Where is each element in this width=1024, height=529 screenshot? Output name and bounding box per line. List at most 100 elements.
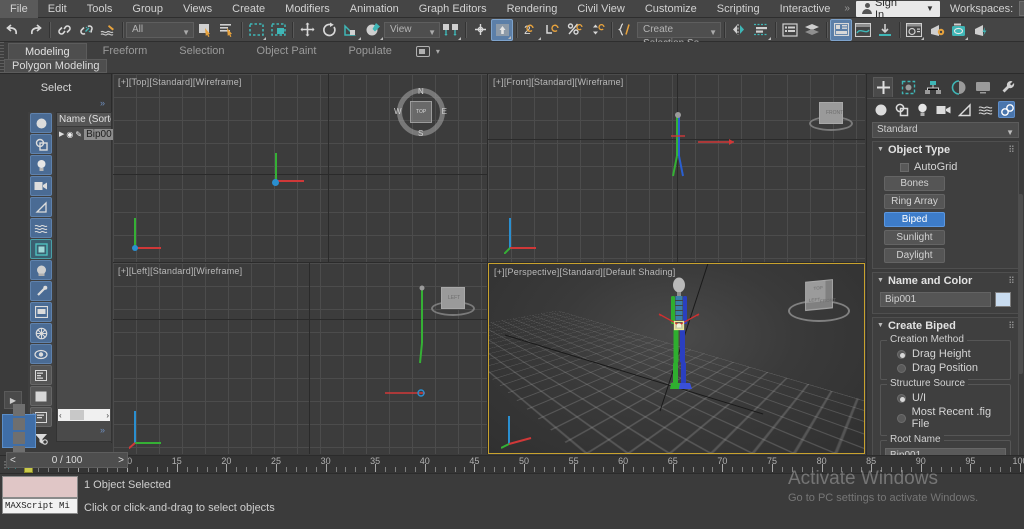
render-production-icon[interactable] (947, 19, 969, 41)
menu-item-edit[interactable]: Edit (38, 0, 77, 18)
menu-item-graph-editors[interactable]: Graph Editors (409, 0, 497, 18)
collapse-triangle-icon[interactable]: ▼ (877, 322, 884, 329)
filter-display-list-icon[interactable] (30, 365, 52, 385)
filter-helpers-icon[interactable] (30, 197, 52, 217)
bind-to-space-warp-icon[interactable] (97, 19, 119, 41)
viewport-top[interactable]: [+][Top][Standard][Wireframe] TOP N S E … (113, 74, 487, 262)
viewport-perspective[interactable]: [+][Perspective][Standard][Default Shadi… (488, 263, 865, 454)
scene-explorer-expand-icon[interactable]: » (100, 98, 105, 108)
command-panel-scrollbar[interactable] (1018, 194, 1023, 374)
ribbon-tab-freeform[interactable]: Freeform (87, 43, 164, 59)
cameras-icon[interactable] (935, 101, 952, 118)
viewport-label-front[interactable]: [+][Front][Standard][Wireframe] (493, 77, 624, 87)
menu-item-views[interactable]: Views (173, 0, 222, 18)
compass-face[interactable]: TOP (410, 101, 432, 123)
drag-height-radio-row[interactable]: Drag Height (885, 347, 1006, 361)
ribbon-display-icon[interactable] (415, 46, 430, 57)
viewport-label-left[interactable]: [+][Left][Standard][Wireframe] (118, 266, 242, 276)
compass-south-label[interactable]: S (418, 129, 423, 138)
scene-explorer-list[interactable]: Name (Sorted A ▶ ◉ ✎ Bip00 (56, 112, 114, 442)
select-and-scale-icon[interactable] (340, 19, 362, 41)
rendered-frame-window-icon[interactable] (925, 19, 947, 41)
viewport-front[interactable]: [+][Front][Standard][Wireframe] FRONT (488, 74, 865, 262)
lights-icon[interactable] (914, 101, 931, 118)
ui-radio[interactable] (897, 393, 906, 403)
filter-visibility-icon[interactable] (30, 344, 52, 364)
filter-containers-icon[interactable] (30, 302, 52, 322)
helpers-icon[interactable] (956, 101, 973, 118)
collapse-triangle-icon[interactable]: ▼ (877, 277, 884, 284)
reference-coordinate-select[interactable]: View ▼ (384, 21, 440, 38)
top-viewport-compass[interactable]: TOP N S E W (394, 87, 447, 138)
drag-position-radio-row[interactable]: Drag Position (885, 361, 1006, 375)
filter-shapes-icon[interactable] (30, 134, 52, 154)
redo-icon[interactable] (24, 19, 46, 41)
frame-next-button[interactable]: > (118, 455, 124, 466)
rollout-header-object-type[interactable]: ▼ Object Type (873, 142, 1018, 157)
sign-in-button[interactable]: Sign In ▼ (855, 0, 940, 21)
render-setup-icon[interactable] (903, 19, 925, 41)
ribbon-tab-populate[interactable]: Populate (332, 43, 407, 59)
scene-explorer-more-icon[interactable]: » (100, 425, 105, 435)
spinner-snap-settings-icon[interactable] (586, 19, 608, 41)
scene-explorer-column-header[interactable]: Name (Sorted A (57, 113, 111, 127)
drag-position-radio[interactable] (897, 363, 906, 373)
perspective-viewcube[interactable]: TOP LEFT FRONT (788, 276, 850, 328)
autogrid-checkbox[interactable] (900, 162, 909, 172)
compass-east-label[interactable]: E (442, 107, 447, 116)
select-and-link-icon[interactable] (53, 19, 75, 41)
workspace-select[interactable]: Default ▼ (1019, 1, 1024, 16)
biped-character[interactable] (657, 276, 701, 406)
filter-cameras-icon[interactable] (30, 176, 52, 196)
menu-item-file[interactable]: File (0, 0, 38, 18)
ring-array-button[interactable]: Ring Array (884, 194, 945, 209)
scroll-left-icon[interactable]: ‹ (59, 411, 62, 420)
viewcube-body[interactable]: TOP LEFT FRONT (805, 279, 836, 311)
viewport-label-perspective[interactable]: [+][Perspective][Standard][Default Shadi… (494, 267, 675, 277)
most-recent-fig-radio-row[interactable]: Most Recent .fig File (885, 405, 1006, 431)
use-pivot-point-center-icon[interactable] (440, 19, 462, 41)
drag-height-radio[interactable] (897, 349, 906, 359)
motion-tab[interactable] (948, 77, 968, 97)
curve-editor-icon[interactable] (852, 19, 874, 41)
utilities-tab[interactable] (998, 77, 1018, 97)
autogrid-row[interactable]: AutoGrid (878, 160, 1013, 176)
menu-overflow-icon[interactable]: » (840, 3, 854, 14)
ui-radio-row[interactable]: U/I (885, 391, 1006, 405)
percent-snap-toggle-icon[interactable] (564, 19, 586, 41)
compass-west-label[interactable]: W (394, 107, 402, 116)
eye-icon[interactable]: ◉ (66, 130, 73, 139)
named-selection-set-input[interactable]: Create Selection Se ▼ (637, 21, 721, 49)
filter-xrefs-icon[interactable] (30, 260, 52, 280)
menu-item-tools[interactable]: Tools (77, 0, 123, 18)
bones-button[interactable]: Bones (884, 176, 945, 191)
rollout-header-name-and-color[interactable]: ▼ Name and Color (873, 273, 1018, 288)
select-object-icon[interactable] (194, 19, 216, 41)
create-tab[interactable] (873, 77, 893, 97)
select-and-rotate-icon[interactable] (318, 19, 340, 41)
ribbon-tab-selection[interactable]: Selection (163, 43, 240, 59)
menu-item-modifiers[interactable]: Modifiers (275, 0, 340, 18)
select-by-name-icon[interactable] (216, 19, 238, 41)
layer-explorer-icon[interactable] (801, 19, 823, 41)
expand-triangle-icon[interactable]: ▶ (59, 130, 64, 138)
menu-item-create[interactable]: Create (222, 0, 275, 18)
ribbon-subtab-polygon-modeling[interactable]: Polygon Modeling (4, 59, 108, 73)
frame-prev-button[interactable]: < (10, 455, 16, 466)
chevron-down-icon[interactable]: ▾ (436, 47, 440, 56)
shapes-icon[interactable] (893, 101, 910, 118)
ribbon-tab-modeling[interactable]: Modeling (8, 43, 87, 59)
ribbon-tab-object-paint[interactable]: Object Paint (241, 43, 333, 59)
filter-space-warps-icon[interactable] (30, 218, 52, 238)
material-editor-icon[interactable] (830, 18, 852, 41)
filter-groups-icon[interactable] (30, 239, 52, 259)
window-crossing-toggle-icon[interactable] (267, 19, 289, 41)
rollout-header-create-biped[interactable]: ▼ Create Biped (873, 318, 1018, 333)
systems-icon[interactable] (998, 101, 1015, 118)
collapse-triangle-icon[interactable]: ▼ (877, 146, 884, 153)
spinner-snap-toggle-icon[interactable] (542, 19, 564, 41)
menu-item-civil-view[interactable]: Civil View (567, 0, 634, 18)
unlink-selection-icon[interactable] (75, 19, 97, 41)
rectangular-selection-region-icon[interactable] (245, 19, 267, 41)
geometry-icon[interactable] (872, 101, 889, 118)
